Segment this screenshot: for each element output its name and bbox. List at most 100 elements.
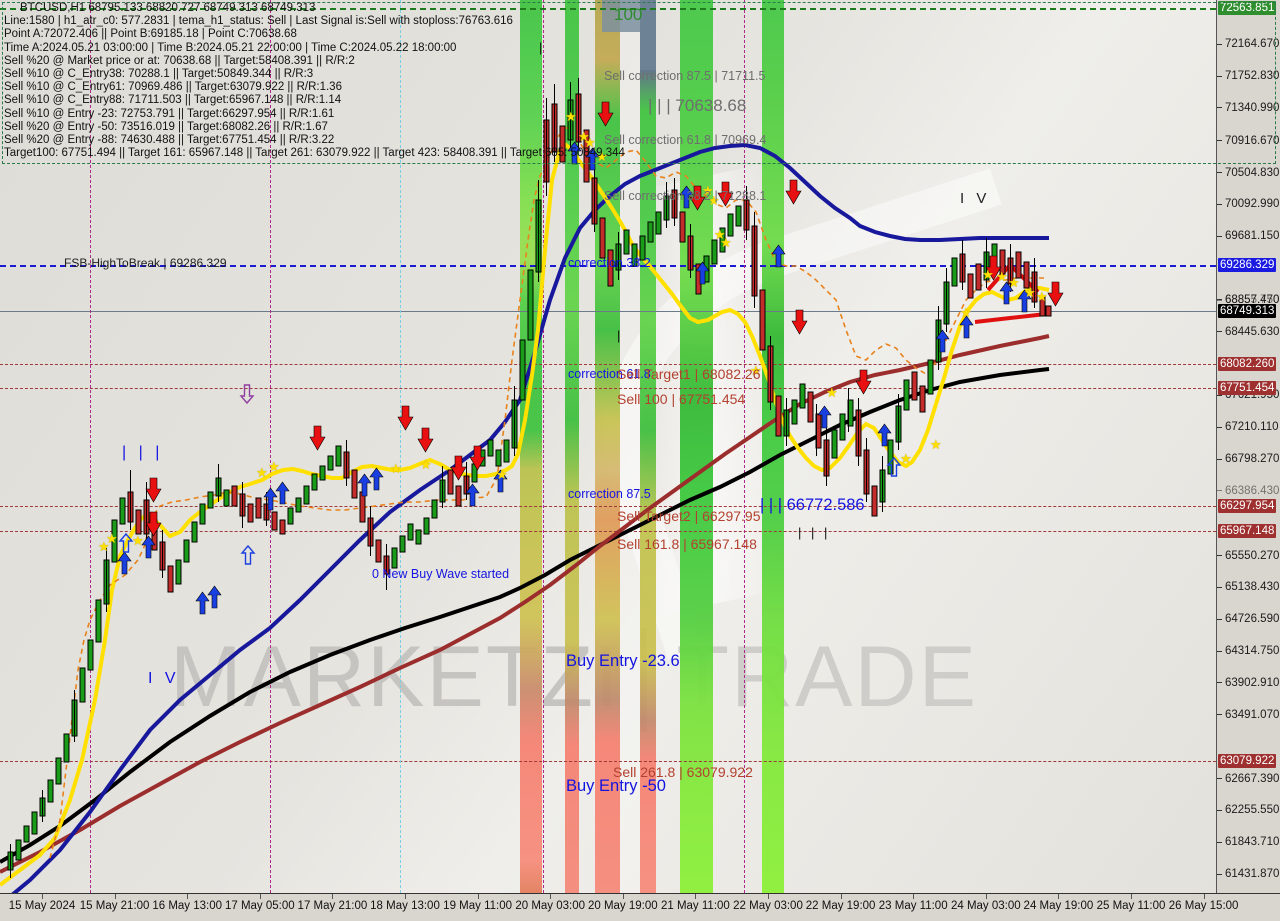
sell-signal-arrow-hollow <box>239 384 255 408</box>
price-tick-label: 70092.990 <box>1225 198 1280 211</box>
time-tick-mark <box>768 894 769 899</box>
tick-dash <box>1217 458 1222 460</box>
price-tick: 61431.870 <box>1217 868 1279 880</box>
fractal-star: ★ <box>960 305 972 320</box>
fractal-star: ★ <box>106 531 118 546</box>
tick-dash <box>1217 841 1222 843</box>
time-tick-label: 21 May 11:00 <box>660 900 730 912</box>
price-badge[interactable]: 65967.148 <box>1218 524 1277 538</box>
time-tick-mark <box>1058 894 1060 899</box>
sell-signal-arrow <box>450 455 467 485</box>
buy-signal-arrow-hollow <box>240 544 256 569</box>
time-tick-label: 15 May 2024 <box>8 900 76 912</box>
sell-signal-arrow <box>145 477 162 507</box>
tick-dash <box>1217 618 1222 620</box>
time-tick-label: 16 May 13:00 <box>152 900 223 912</box>
buy-signal-arrow-hollow <box>886 456 902 481</box>
price-tick: 63902.910 <box>1217 677 1279 689</box>
chart-label: Sell Target2 | 66297.95 <box>617 508 761 524</box>
info-line: Sell %20 @ Entry -88: 74630.488 || Targe… <box>4 133 335 146</box>
price-tick-label: 61431.870 <box>1225 868 1280 881</box>
sell-signal-arrow <box>855 369 872 399</box>
price-tick: 68445.630 <box>1217 326 1279 338</box>
chart-label: I V <box>148 670 180 687</box>
price-tick: 67210.110 <box>1217 421 1279 433</box>
fractal-star: ★ <box>132 533 144 548</box>
buy-signal-arrow <box>935 329 950 357</box>
price-badge[interactable]: 63079.922 <box>1218 754 1277 768</box>
price-tick: 65550.270 <box>1217 550 1279 562</box>
time-tick-mark <box>477 894 479 899</box>
price-badge[interactable]: 69286.329 <box>1218 258 1277 272</box>
metatrader-chart-window: MARKETZI│TRADE <box>0 0 1280 921</box>
price-tick: 64726.590 <box>1217 613 1279 625</box>
sell-signal-arrow <box>397 405 414 435</box>
time-tick-mark <box>695 894 697 899</box>
time-tick-label: 20 May 19:00 <box>587 900 658 912</box>
tick-dash <box>1217 809 1222 811</box>
tick-dash <box>1217 586 1222 588</box>
time-tick-label: 18 May 13:00 <box>370 900 440 912</box>
price-tick: 65138.430 <box>1217 581 1279 593</box>
price-tick: 66798.270 <box>1217 453 1279 465</box>
price-badge[interactable]: 68082.260 <box>1218 357 1277 371</box>
fractal-star: ★ <box>982 267 994 282</box>
buy-signal-arrow <box>771 244 786 272</box>
time-axis[interactable]: 15 May 2024 15 May 21:00 16 May 13:00 17 Ma… <box>0 893 1280 921</box>
info-line: Sell %20 @ Market price or at: 70638.68 … <box>4 54 355 67</box>
buy-signal-arrow-hollow <box>118 532 134 557</box>
tick-dash <box>1217 426 1222 428</box>
time-tick-label: 22 May 19:00 <box>805 900 876 912</box>
chart-label: correction 87.5 <box>568 487 651 501</box>
price-badge[interactable]: 66297.954 <box>1218 499 1277 513</box>
price-tick-label: 66798.270 <box>1225 453 1280 466</box>
time-tick-mark <box>622 894 624 899</box>
time-tick-label: 23 May 11:00 <box>878 900 948 912</box>
price-tick-occluded: 66386.430 <box>1217 485 1279 497</box>
price-tick-label: 70504.830 <box>1225 166 1280 179</box>
sell-signal-arrow <box>309 425 326 455</box>
price-tick-label: 65550.270 <box>1225 549 1280 562</box>
price-tick-label: 62255.550 <box>1225 804 1280 817</box>
price-tick: 64314.750 <box>1217 645 1279 657</box>
info-line: Target100: 67751.494 || Target 161: 6596… <box>4 147 625 160</box>
fractal-star: ★ <box>268 459 280 474</box>
info-lines: Line:1580 | h1_atr_c0: 577.2831 | tema_h… <box>4 15 625 160</box>
tick-dash <box>1217 873 1222 875</box>
tick-dash <box>1217 203 1222 205</box>
tick-dash <box>1217 778 1222 780</box>
fractal-star: ★ <box>256 465 268 480</box>
info-line: Point A:72072.406 || Point B:69185.18 | … <box>4 28 297 41</box>
price-tick-label: 67210.110 <box>1225 421 1279 434</box>
sell-signal-arrow <box>417 427 434 457</box>
fractal-star: ★ <box>420 457 432 472</box>
sell-signal-arrow <box>791 309 808 339</box>
fractal-star: ★ <box>496 467 508 482</box>
price-badge[interactable]: 68749.313 <box>1218 304 1277 318</box>
time-tick-mark <box>1203 894 1205 899</box>
info-line: Sell %10 @ C_Entry61: 70969.486 || Targe… <box>4 81 342 94</box>
chart-label: correction 38.2 <box>568 256 651 270</box>
buy-signal-arrow <box>465 483 480 511</box>
price-tick-label: 63491.070 <box>1225 708 1280 721</box>
time-tick-mark <box>332 894 334 899</box>
fractal-star: ★ <box>826 385 838 400</box>
tick-dash <box>1217 331 1222 333</box>
time-tick-mark <box>1131 894 1132 899</box>
buy-signal-arrow <box>207 585 222 613</box>
tick-dash <box>1217 555 1222 557</box>
price-tick: 70504.830 <box>1217 167 1279 179</box>
tick-dash <box>1217 682 1222 684</box>
fractal-star: ★ <box>996 269 1008 284</box>
info-line: Sell %10 @ C_Entry88: 71711.503 || Targe… <box>4 94 342 107</box>
price-tick: 69681.150 <box>1217 230 1279 242</box>
chart-label: | | | 66772.586 <box>760 496 865 514</box>
price-tick: 70092.990 <box>1217 198 1279 210</box>
fractal-star: ★ <box>720 235 732 250</box>
time-tick-mark <box>42 894 43 899</box>
fractal-star: ★ <box>900 451 912 466</box>
chart-label: Sell 261.8 | 63079.922 <box>613 764 753 780</box>
sell-signal-arrow <box>469 445 486 475</box>
price-badge[interactable]: 67751.454 <box>1218 381 1277 395</box>
chart-label: 0 New Buy Wave started <box>372 567 510 581</box>
